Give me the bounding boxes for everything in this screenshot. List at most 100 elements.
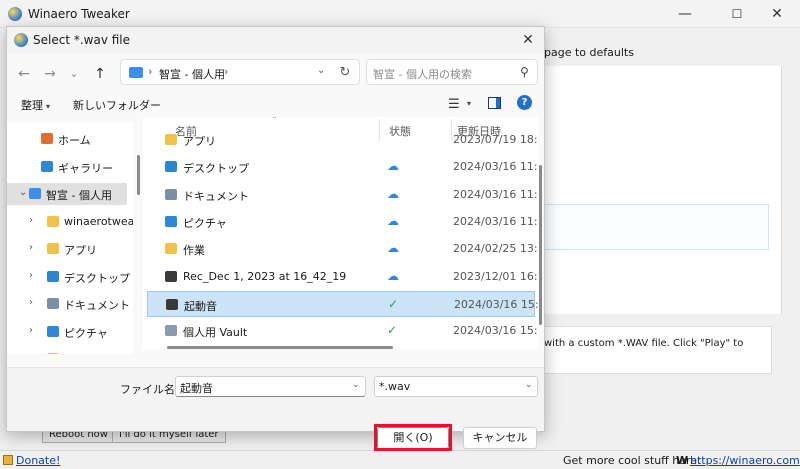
file-name: 起動音 — [184, 299, 217, 313]
nav-expand-chevron-icon[interactable]: › — [29, 215, 33, 226]
file-list: 名前 ⌃ 状態 更新日時 アプリ2023/07/19 18:30デスクトップ☁2… — [143, 117, 538, 349]
file-icon — [165, 270, 177, 282]
file-name: ドキュメント — [183, 189, 249, 203]
folder-icon — [47, 215, 59, 227]
search-box[interactable]: 智宣 - 個人用の検索 ⚲ — [366, 59, 538, 85]
nav-expand-chevron-icon[interactable]: › — [29, 325, 33, 336]
minimize-button[interactable]: — — [662, 0, 708, 28]
donate-link[interactable]: Donate! — [16, 454, 60, 467]
file-icon — [165, 134, 177, 145]
nav-item[interactable]: ホーム — [7, 128, 127, 150]
sort-ascending-icon: ⌃ — [271, 117, 278, 124]
nav-item[interactable]: › winaerotweaker — [7, 211, 133, 233]
nav-item[interactable]: ⌄ 智宣 - 個人用 — [7, 183, 127, 205]
synced-check-icon: ✓ — [388, 296, 399, 311]
file-icon — [166, 298, 178, 310]
file-open-dialog: Select *.wav file ✕ ← → ⌄ ↑ › 智宣 - 個人用 ›… — [6, 26, 545, 451]
file-icon — [165, 188, 177, 200]
cloud-status-icon: ☁ — [387, 241, 399, 256]
file-name: 個人用 Vault — [183, 326, 248, 340]
forward-button[interactable]: → — [39, 63, 61, 85]
file-name: デスクトップ — [183, 162, 249, 176]
address-trailing-separator[interactable]: › — [224, 65, 228, 78]
nav-item-label: winaerotweaker — [64, 214, 133, 228]
synced-check-icon: ✓ — [387, 323, 398, 338]
file-modified-date: 2024/03/16 15:04 — [454, 297, 538, 311]
file-icon — [165, 243, 177, 255]
preview-pane-icon[interactable] — [488, 97, 501, 109]
up-button[interactable]: ↑ — [89, 63, 111, 85]
filename-dropdown-icon[interactable]: ⌄ — [352, 380, 360, 390]
dialog-title: Select *.wav file — [33, 33, 131, 47]
recent-locations-dropdown[interactable]: ⌄ — [63, 63, 85, 85]
file-row[interactable]: デスクトップ ☁ 2024/03/16 11:19 — [147, 154, 538, 180]
nav-item[interactable]: › アプリ — [7, 238, 127, 260]
file-row[interactable]: ドキュメント ☁ 2024/03/16 11:19 — [147, 182, 538, 208]
address-dropdown-icon[interactable]: ⌄ — [317, 65, 325, 76]
view-options-icon[interactable]: ☰ — [448, 97, 460, 112]
desktop-folder-icon — [47, 270, 59, 282]
cloud-status-icon: ☁ — [387, 186, 399, 201]
file-row[interactable]: アプリ 2023/07/19 18:30 — [147, 127, 538, 153]
file-icon — [165, 161, 177, 173]
main-description-box — [544, 326, 772, 374]
filetype-select[interactable]: *.wav — [374, 376, 538, 397]
nav-item-label: アプリ — [64, 244, 97, 257]
file-row[interactable]: 作業 ☁ 2024/02/25 13:38 — [147, 236, 538, 262]
organize-caret-icon: ▾ — [46, 102, 51, 111]
address-separator[interactable]: › — [148, 65, 152, 78]
folder-icon — [47, 353, 59, 354]
nav-item-label: ドキュメント — [64, 299, 130, 312]
nav-item[interactable]: › ピクチャ — [7, 321, 127, 343]
file-row[interactable]: ピクチャ ☁ 2024/03/16 11:19 — [147, 209, 538, 235]
organize-button[interactable]: 整理 ▾ — [21, 97, 50, 113]
filename-input[interactable]: 起動音 — [175, 376, 366, 397]
nav-expand-chevron-icon[interactable]: › — [29, 242, 33, 253]
nav-pane-scrollbar[interactable] — [137, 155, 140, 195]
nav-expand-chevron-icon[interactable]: › — [29, 270, 33, 281]
file-list-vertical-scrollbar[interactable] — [539, 165, 542, 325]
dialog-close-button[interactable]: ✕ — [515, 29, 541, 51]
file-row[interactable]: 起動音 ✓ 2024/03/16 15:04 — [147, 290, 538, 317]
nav-item-label: 作業 — [64, 352, 86, 354]
address-bar[interactable]: › 智宣 - 個人用 › ⌄ — [120, 59, 360, 85]
back-button[interactable]: ← — [13, 63, 35, 85]
cloud-status-icon: ☁ — [387, 159, 399, 174]
file-row[interactable]: 個人用 Vault ✓ 2024/03/16 15:11 — [147, 318, 538, 344]
nav-expand-chevron-icon[interactable]: › — [29, 352, 33, 354]
home-icon — [41, 133, 53, 144]
file-name: アプリ — [183, 135, 216, 148]
nav-item-label: 智宣 - 個人用 — [46, 189, 112, 202]
search-placeholder[interactable]: 智宣 - 個人用の検索 — [373, 66, 472, 82]
nav-item[interactable]: › デスクトップ — [7, 266, 130, 288]
file-icon — [165, 325, 177, 337]
file-row[interactable]: Rec_Dec 1, 2023 at 16_42_19 ☁ 2023/12/01 1… — [147, 264, 538, 290]
new-folder-button[interactable]: 新しいフォルダー — [73, 97, 161, 113]
main-close-button[interactable]: ✕ — [754, 0, 800, 28]
file-name: Rec_Dec 1, 2023 at 16_42_19 — [183, 269, 347, 283]
navigation-pane: ホームギャラリー ⌄ 智宣 - 個人用 › winaerotweaker › アプリ › デスク… — [7, 122, 133, 354]
nav-expand-chevron-icon[interactable]: › — [29, 297, 33, 308]
nav-item-label: ホーム — [58, 134, 91, 147]
help-icon[interactable]: ? — [517, 95, 532, 110]
nav-expand-chevron-icon[interactable]: ⌄ — [19, 187, 27, 198]
open-button-highlight — [374, 424, 452, 451]
filetype-dropdown-icon[interactable]: ⌄ — [525, 380, 533, 390]
main-sound-field — [544, 204, 769, 250]
address-path[interactable]: 智宣 - 個人用 — [159, 66, 225, 82]
nav-item-label: デスクトップ — [64, 271, 130, 285]
dialog-app-icon — [14, 33, 28, 47]
nav-item[interactable]: ギャラリー — [7, 156, 127, 178]
refresh-icon[interactable]: ↻ — [335, 63, 355, 83]
winaero-logo-icon: W — [676, 454, 689, 467]
nav-item[interactable]: › 作業 — [7, 348, 127, 354]
file-list-horizontal-scrollbar[interactable] — [167, 346, 393, 349]
search-icon[interactable]: ⚲ — [520, 65, 529, 79]
cancel-button[interactable]: キャンセル — [463, 427, 537, 449]
nav-item-label: ギャラリー — [58, 161, 113, 175]
nav-item[interactable]: › ドキュメント — [7, 293, 130, 315]
winaero-link[interactable]: https://winaero.com — [690, 454, 800, 467]
view-caret-icon[interactable]: ▾ — [467, 99, 471, 108]
reset-page-defaults-link[interactable]: page to defaults — [544, 46, 634, 59]
file-name: ピクチャ — [183, 216, 227, 230]
